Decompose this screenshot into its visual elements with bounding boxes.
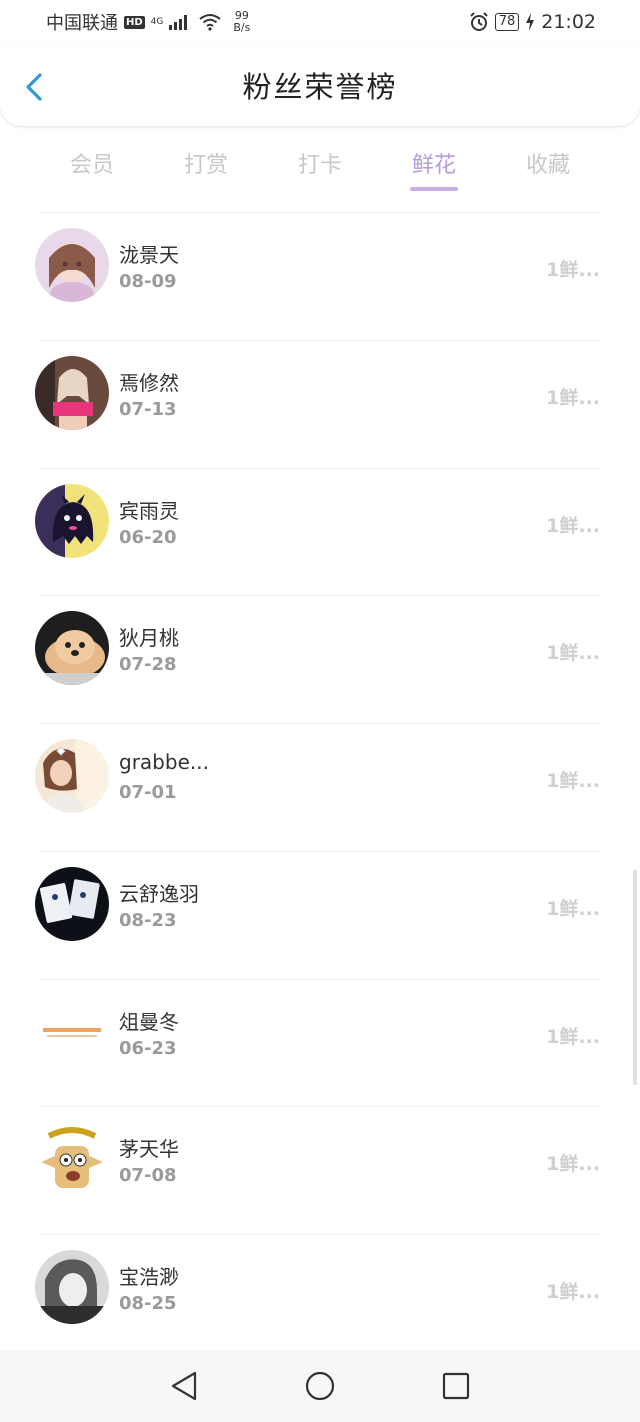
tab-collect[interactable]: 收藏 bbox=[508, 140, 588, 200]
wifi-icon bbox=[199, 14, 221, 31]
alarm-icon bbox=[469, 12, 488, 31]
fan-date: 06-20 bbox=[119, 526, 177, 548]
page-title: 粉丝荣誉榜 bbox=[242, 70, 398, 104]
avatar-ghost-cartoon[interactable] bbox=[35, 483, 109, 558]
fan-gift: 1鲜... bbox=[546, 1025, 600, 1048]
clock: 21:02 bbox=[541, 11, 596, 33]
fan-row[interactable]: 泷景天 08-09 1鲜... bbox=[35, 212, 600, 340]
scrollbar[interactable] bbox=[633, 870, 637, 1085]
fan-gift: 1鲜... bbox=[546, 1153, 600, 1176]
fan-date: 08-09 bbox=[119, 271, 177, 292]
network-type: 4G bbox=[150, 16, 164, 27]
app-header: 粉丝荣誉榜 bbox=[0, 44, 640, 126]
home-circle-icon[interactable] bbox=[304, 1370, 336, 1402]
hd-badge: HD bbox=[124, 15, 145, 29]
fan-date: 07-28 bbox=[119, 654, 177, 676]
fan-date: 07-01 bbox=[119, 782, 177, 803]
fan-name: 泷景天 bbox=[119, 243, 179, 267]
charging-icon bbox=[526, 13, 535, 31]
fan-date: 08-23 bbox=[119, 909, 177, 931]
tab-label: 打卡 bbox=[297, 153, 342, 178]
fan-name: 狄月桃 bbox=[119, 626, 179, 651]
avatar-cartoon-face[interactable] bbox=[35, 1122, 109, 1197]
tab-label: 会员 bbox=[69, 153, 114, 178]
tab-checkin[interactable]: 打卡 bbox=[280, 140, 360, 200]
system-nav-bar bbox=[0, 1350, 640, 1422]
fan-row[interactable]: grabbe... 07-01 1鲜... bbox=[35, 723, 600, 851]
avatar-cards[interactable] bbox=[35, 866, 109, 941]
back-triangle-icon[interactable] bbox=[169, 1370, 199, 1402]
tab-label: 收藏 bbox=[525, 153, 570, 178]
tab-label: 打赏 bbox=[183, 153, 228, 178]
fan-date: 06-23 bbox=[119, 1037, 177, 1059]
fan-date: 08-25 bbox=[119, 1293, 177, 1314]
avatar-photo-woman[interactable] bbox=[35, 355, 109, 430]
fan-date: 07-13 bbox=[119, 398, 177, 420]
fan-name: 俎曼冬 bbox=[119, 1009, 179, 1034]
status-bar: 中国联通 HD 4G 99 B/s 78 21:02 bbox=[0, 0, 640, 44]
tab-flowers[interactable]: 鲜花 bbox=[394, 140, 474, 200]
fan-row[interactable]: 茅天华 07-08 1鲜... bbox=[35, 1106, 600, 1234]
tab-member[interactable]: 会员 bbox=[52, 140, 132, 200]
tab-underline bbox=[410, 187, 458, 191]
tab-bar: 会员 打赏 打卡 鲜花 收藏 bbox=[0, 140, 640, 200]
fan-name: 云舒逸羽 bbox=[119, 881, 199, 906]
fan-list: 泷景天 08-09 1鲜... 焉修然 07-13 1鲜... 宾雨灵 06-2… bbox=[0, 212, 640, 1362]
fan-row[interactable]: 宝浩渺 08-25 1鲜... bbox=[35, 1234, 600, 1362]
avatar-cartoon-girl[interactable] bbox=[35, 228, 109, 302]
fan-name: 宝浩渺 bbox=[119, 1265, 179, 1289]
fan-name: 茅天华 bbox=[119, 1137, 179, 1162]
speed-unit: B/s bbox=[233, 21, 251, 34]
fan-row[interactable]: 云舒逸羽 08-23 1鲜... bbox=[35, 850, 600, 979]
fan-name: 焉修然 bbox=[119, 370, 179, 395]
status-left: 中国联通 HD 4G 99 B/s bbox=[46, 9, 250, 35]
recents-square-icon[interactable] bbox=[441, 1371, 471, 1401]
fan-gift: 1鲜... bbox=[546, 386, 600, 409]
tab-reward[interactable]: 打赏 bbox=[166, 140, 246, 200]
fan-row[interactable]: 焉修然 07-13 1鲜... bbox=[35, 339, 600, 468]
tab-label: 鲜花 bbox=[411, 153, 456, 178]
fan-row[interactable]: 俎曼冬 06-23 1鲜... bbox=[35, 978, 600, 1107]
status-right: 78 21:02 bbox=[469, 11, 596, 33]
fan-name: 宾雨灵 bbox=[119, 498, 179, 523]
avatar-puppy[interactable] bbox=[35, 611, 109, 686]
avatar-text-logo[interactable] bbox=[35, 994, 109, 1069]
fan-row[interactable]: 宾雨灵 06-20 1鲜... bbox=[35, 467, 600, 596]
fan-gift: 1鲜... bbox=[546, 514, 600, 537]
back-arrow-icon[interactable] bbox=[22, 72, 48, 102]
avatar-bw-portrait[interactable] bbox=[35, 1250, 109, 1324]
fan-gift: 1鲜... bbox=[546, 259, 600, 281]
signal-icon bbox=[169, 14, 188, 30]
network-speed: 99 B/s bbox=[233, 10, 250, 34]
fan-gift: 1鲜... bbox=[546, 897, 600, 920]
fan-gift: 1鲜... bbox=[546, 642, 600, 665]
fan-date: 07-08 bbox=[119, 1165, 177, 1187]
fan-row[interactable]: 狄月桃 07-28 1鲜... bbox=[35, 595, 600, 723]
fan-name: grabbe... bbox=[119, 750, 209, 774]
fan-gift: 1鲜... bbox=[546, 770, 600, 792]
avatar-girl-portrait[interactable] bbox=[35, 739, 109, 813]
battery-icon: 78 bbox=[494, 13, 520, 31]
fan-gift: 1鲜... bbox=[546, 1281, 600, 1303]
carrier-label: 中国联通 bbox=[46, 13, 118, 34]
